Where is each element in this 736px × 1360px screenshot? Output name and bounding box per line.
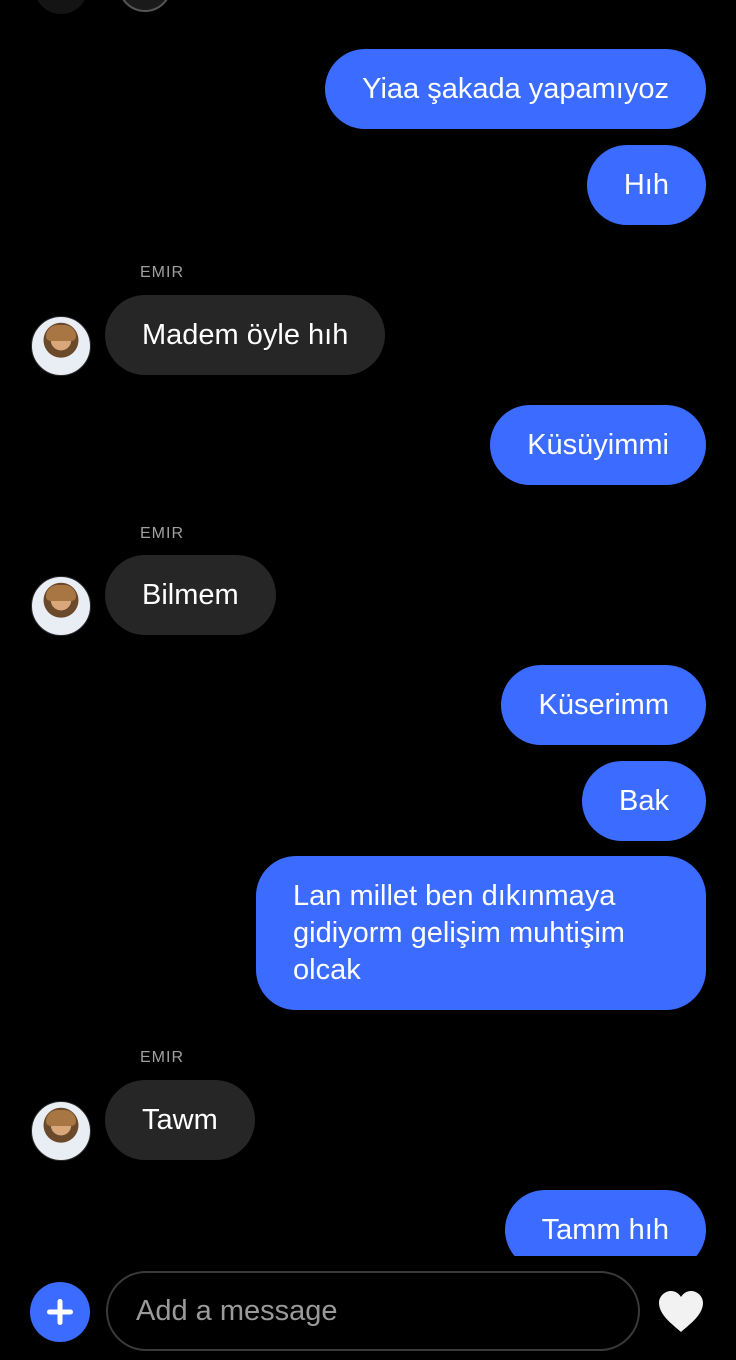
- sender-name: EMIR: [140, 1049, 184, 1066]
- plus-icon: [47, 1299, 73, 1325]
- message-text: Yiaa şakada yapamıyoz: [362, 72, 669, 105]
- add-button[interactable]: [30, 1282, 90, 1342]
- message-text: Küserimm: [538, 688, 669, 721]
- avatar[interactable]: [31, 1101, 91, 1161]
- outgoing-message[interactable]: Bak: [582, 761, 706, 841]
- outgoing-message[interactable]: Tamm hıh: [504, 1190, 706, 1256]
- message-text: Tamm hıh: [541, 1213, 669, 1246]
- message-input[interactable]: [106, 1271, 640, 1351]
- outgoing-message[interactable]: Yiaa şakada yapamıyoz: [325, 49, 706, 129]
- message-text: Tawm: [142, 1103, 218, 1136]
- message-text: Madem öyle hıh: [142, 318, 349, 351]
- message-text: Lan millet ben dıkınmaya gidiyorm gelişi…: [293, 879, 625, 986]
- message-text: Hıh: [623, 168, 669, 201]
- outgoing-message[interactable]: Küsüyimmi: [490, 405, 706, 485]
- message-text: Küsüyimmi: [527, 428, 669, 461]
- outgoing-message[interactable]: Küserimm: [501, 665, 706, 745]
- avatar[interactable]: [31, 316, 91, 376]
- outgoing-message[interactable]: Hıh: [586, 145, 706, 225]
- heart-icon[interactable]: [656, 1288, 706, 1334]
- sender-name: EMIR: [140, 525, 184, 542]
- incoming-message[interactable]: Tawm: [105, 1080, 255, 1160]
- incoming-message[interactable]: Madem öyle hıh: [105, 295, 386, 375]
- outgoing-message[interactable]: Lan millet ben dıkınmaya gidiyorm gelişi…: [256, 856, 706, 1010]
- partial-avatar: [34, 0, 88, 14]
- sender-name: EMIR: [140, 264, 184, 281]
- message-text: Bilmem: [142, 578, 239, 611]
- incoming-message[interactable]: Bilmem: [105, 555, 276, 635]
- avatar[interactable]: [31, 576, 91, 636]
- partial-avatar: [118, 0, 172, 12]
- chat-thread[interactable]: Yiaa şakada yapamıyoz Hıh EMIR Madem öyl…: [0, 0, 736, 1256]
- message-text: Bak: [619, 784, 669, 817]
